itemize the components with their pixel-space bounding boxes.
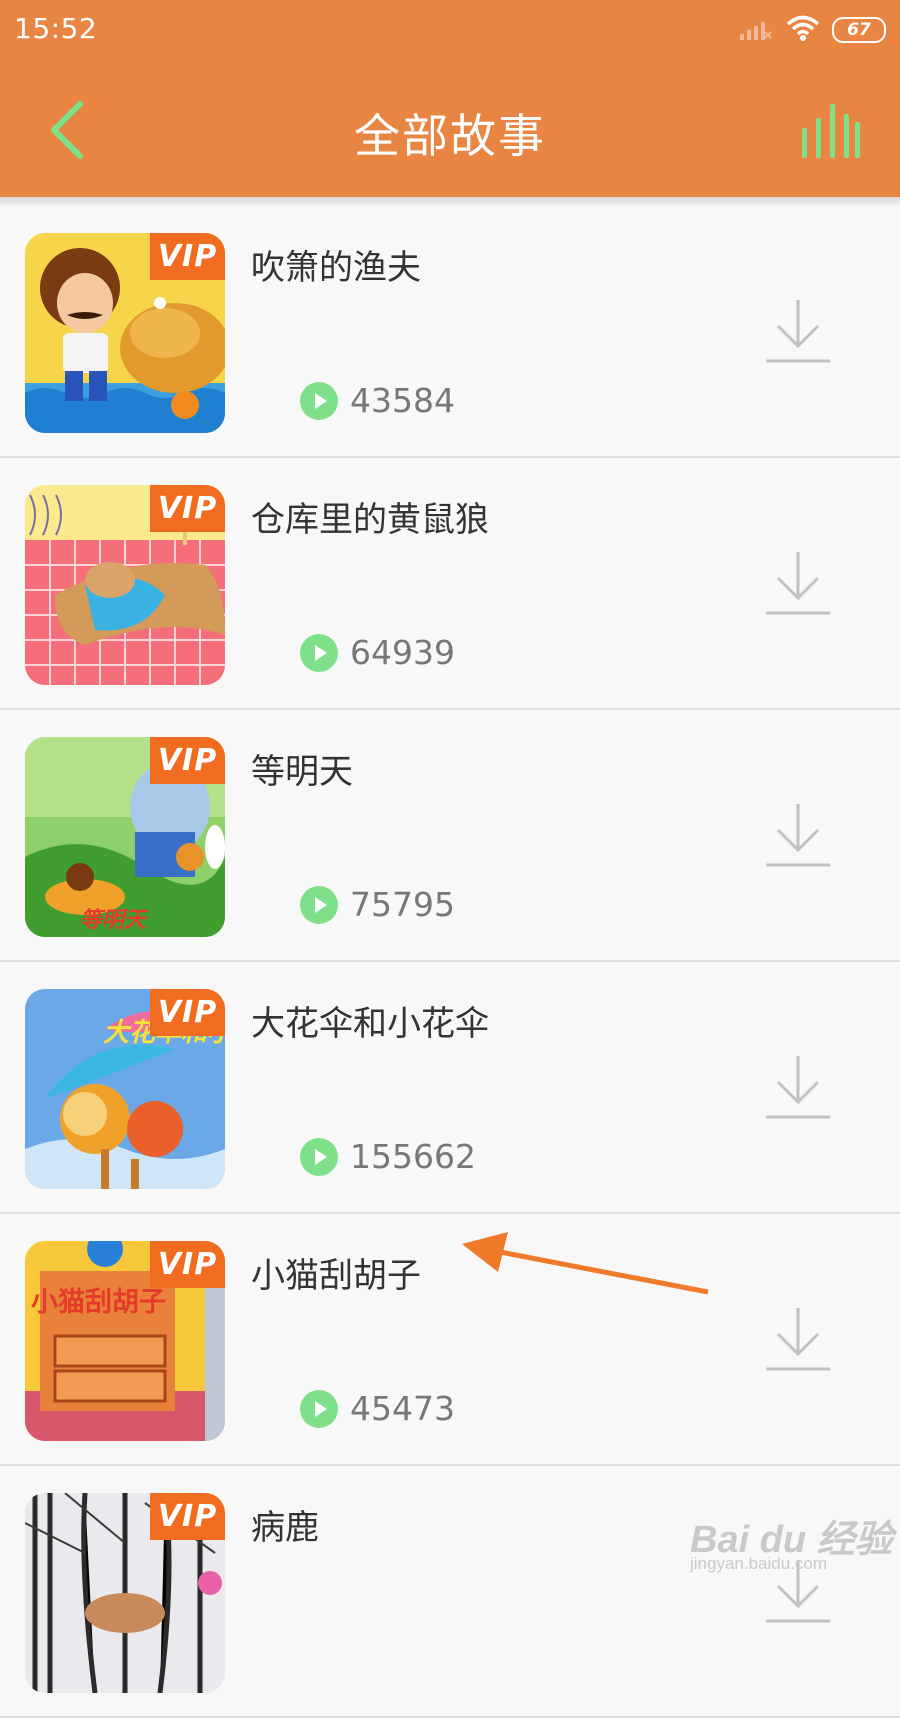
play-icon [300,382,338,420]
play-icon [300,1138,338,1176]
vip-badge: VIP [150,1493,225,1540]
story-cover[interactable]: VIP [25,485,225,685]
story-title[interactable]: 大花伞和小花伞 [251,996,489,1045]
watermark-url: jingyan.baidu.com [690,1554,828,1573]
play-count-value: 64939 [350,633,455,672]
story-title[interactable]: 仓库里的黄鼠狼 [251,492,489,541]
playing-bars-icon[interactable] [798,102,860,162]
play-icon [300,886,338,924]
page-title: 全部故事 [354,109,546,163]
story-row[interactable]: 大花伞和小花伞 VIP 大花伞和小花伞 155662 [0,962,900,1214]
status-time: 15:52 [14,12,98,45]
wifi-icon [786,14,820,46]
story-row[interactable]: 小猫刮胡子 VIP 小猫刮胡子 45473 [0,1214,900,1466]
story-list: VIP 吹箫的渔夫 43584 VIP 仓库里的黄鼠狼 64939 等明天 VI… [0,206,900,1718]
cover-title-text: 等明天 [80,907,149,933]
download-icon[interactable] [764,1306,832,1376]
vip-badge: VIP [150,233,225,280]
story-row[interactable]: VIP 吹箫的渔夫 43584 [0,206,900,458]
story-title[interactable]: 小猫刮胡子 [251,1248,421,1297]
status-bar: 15:52 67 [0,0,900,62]
download-icon[interactable] [764,550,832,620]
story-row[interactable]: VIP 仓库里的黄鼠狼 64939 [0,458,900,710]
story-row[interactable]: 等明天 VIP 等明天 75795 [0,710,900,962]
download-icon[interactable] [764,802,832,872]
cover-title-text: 小猫刮胡子 [31,1287,166,1318]
story-cover[interactable]: 等明天 VIP [25,737,225,937]
header-shadow [0,197,900,206]
battery-indicator: 67 [832,17,886,43]
play-count-value: 155662 [350,1137,476,1176]
story-title[interactable]: 吹箫的渔夫 [251,240,421,289]
story-row[interactable]: VIP 病鹿 [0,1466,900,1718]
story-cover[interactable]: VIP [25,233,225,433]
vip-badge: VIP [150,485,225,532]
watermark: Bai du 经验 jingyan.baidu.com [690,1508,893,1573]
play-icon [300,634,338,672]
story-title[interactable]: 病鹿 [251,1500,319,1549]
annotation-arrow-icon [460,1232,710,1306]
signal-icon [738,18,772,44]
download-icon[interactable] [764,298,832,368]
play-count-value: 75795 [350,885,455,924]
story-cover[interactable]: 大花伞和小花伞 VIP [25,989,225,1189]
download-icon[interactable] [764,1054,832,1124]
play-icon [300,1390,338,1428]
vip-badge: VIP [150,1241,225,1288]
nav-bar: 全部故事 [0,62,900,197]
play-count-value: 43584 [350,381,455,420]
vip-badge: VIP [150,989,225,1036]
story-cover[interactable]: 小猫刮胡子 VIP [25,1241,225,1441]
story-title[interactable]: 等明天 [251,744,353,793]
play-count-value: 45473 [350,1389,455,1428]
vip-badge: VIP [150,737,225,784]
story-cover[interactable]: VIP [25,1493,225,1693]
